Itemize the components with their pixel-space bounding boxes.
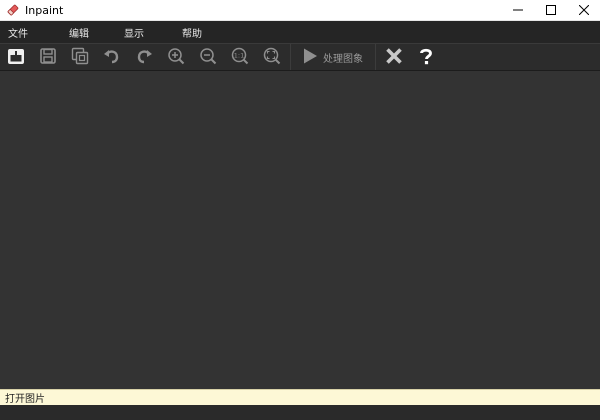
svg-text:1:1: 1:1 — [234, 51, 244, 59]
process-image-button[interactable]: 处理图象 — [293, 44, 373, 70]
eraser-icon — [6, 3, 20, 17]
menu-edit[interactable]: 编辑 — [69, 25, 89, 40]
open-file-button[interactable] — [0, 44, 32, 70]
undo-button[interactable] — [96, 44, 128, 70]
menu-view[interactable]: 显示 — [124, 25, 144, 40]
save-icon — [38, 46, 58, 69]
zoom-out-button[interactable] — [192, 44, 224, 70]
title-bar: Inpaint — [0, 0, 600, 21]
zoom-fit-icon — [262, 46, 282, 69]
minimize-button[interactable] — [501, 0, 534, 21]
redo-icon — [134, 46, 154, 69]
save-button[interactable] — [32, 44, 64, 70]
maximize-button[interactable] — [534, 0, 567, 21]
question-icon — [416, 46, 436, 69]
play-icon — [301, 47, 319, 68]
zoom-actual-size-icon: 1:1 — [230, 46, 250, 69]
minimize-icon — [512, 4, 523, 18]
image-canvas[interactable] — [0, 71, 600, 389]
zoom-in-icon — [166, 46, 186, 69]
status-bar: 打开图片 — [0, 389, 600, 405]
zoom-in-button[interactable] — [160, 44, 192, 70]
menu-bar: 文件 编辑 显示 帮助 — [0, 21, 600, 43]
open-file-icon — [6, 46, 26, 69]
process-image-label: 处理图象 — [323, 53, 363, 65]
window-title: Inpaint — [25, 3, 64, 17]
zoom-fit-button[interactable] — [256, 44, 288, 70]
redo-button[interactable] — [128, 44, 160, 70]
menu-help[interactable]: 帮助 — [182, 25, 202, 40]
undo-icon — [102, 46, 122, 69]
save-as-icon — [70, 46, 90, 69]
status-text: 打开图片 — [5, 394, 45, 405]
toolbar-separator — [290, 44, 291, 70]
help-button[interactable] — [410, 44, 442, 70]
zoom-actual-size-button[interactable]: 1:1 — [224, 44, 256, 70]
zoom-out-icon — [198, 46, 218, 69]
close-icon — [578, 4, 589, 18]
menu-file[interactable]: 文件 — [8, 25, 28, 40]
window-controls — [501, 0, 600, 21]
save-as-button[interactable] — [64, 44, 96, 70]
toolbar-separator — [375, 44, 376, 70]
window-bottom-edge — [0, 405, 600, 420]
maximize-icon — [545, 4, 556, 18]
x-icon — [384, 46, 404, 69]
close-window-button[interactable] — [567, 0, 600, 21]
cancel-button[interactable] — [378, 44, 410, 70]
toolbar: 1:1 处理图象 — [0, 43, 600, 71]
